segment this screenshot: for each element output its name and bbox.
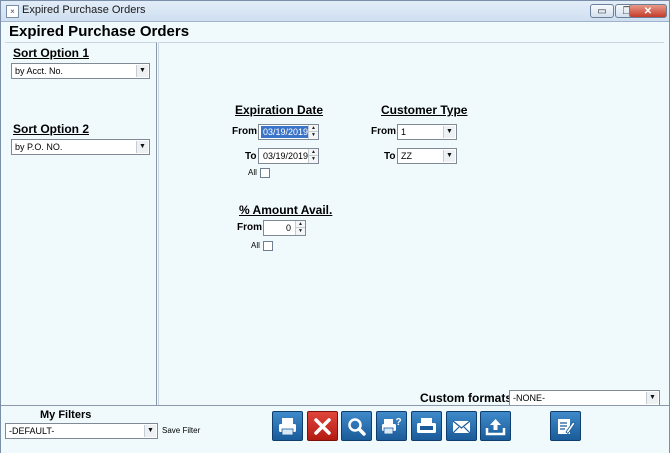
email-icon	[452, 420, 471, 434]
chevron-down-icon[interactable]: ▼	[443, 126, 455, 138]
export-icon	[485, 419, 506, 436]
chevron-down-icon[interactable]: ▼	[443, 150, 455, 162]
amount-from-value: 0	[285, 223, 291, 233]
page-title: Expired Purchase Orders	[9, 23, 190, 40]
save-filter-link[interactable]: Save Filter	[162, 426, 200, 435]
close-button[interactable]: ✕	[629, 4, 667, 18]
print-setup-button[interactable]: ?	[376, 411, 407, 441]
expiration-date-label: Expiration Date	[235, 103, 324, 117]
app-icon[interactable]: ×	[6, 5, 19, 18]
customer-to-select[interactable]: ZZ ▼	[397, 148, 457, 164]
minimize-button[interactable]: ▭	[590, 4, 614, 18]
fax-button[interactable]	[411, 411, 442, 441]
print-setup-icon: ?	[382, 417, 402, 435]
amount-all-checkbox[interactable]	[263, 241, 273, 251]
preview-icon	[348, 418, 366, 436]
customer-type-label: Customer Type	[381, 103, 468, 117]
customer-from-select[interactable]: 1 ▼	[397, 124, 457, 140]
sort-option-2-value: by P.O. NO.	[15, 142, 63, 152]
amount-from-input[interactable]: 0 ▲ ▼	[263, 220, 306, 236]
email-button[interactable]	[446, 411, 477, 441]
customer-to-value: ZZ	[401, 151, 412, 161]
amount-from-label: From	[237, 222, 262, 233]
custom-formats-select[interactable]: -NONE- ▼	[509, 390, 660, 406]
expiration-to-value: 03/19/2019	[263, 151, 309, 161]
custom-formats-value: -NONE-	[513, 393, 545, 403]
export-button[interactable]	[480, 411, 511, 441]
print-button[interactable]	[272, 411, 303, 441]
sort-option-1-value: by Acct. No.	[15, 66, 64, 76]
spin-up-icon[interactable]: ▲	[309, 149, 318, 156]
report-window: × Expired Purchase Orders ▭ ❐ ✕ Expired …	[0, 0, 670, 453]
amount-from-spinner[interactable]: ▲ ▼	[295, 221, 305, 235]
expiration-from-spinner[interactable]: ▲ ▼	[308, 125, 318, 139]
title-bar: × Expired Purchase Orders ▭ ❐ ✕	[1, 1, 669, 22]
expiration-to-label: To	[245, 151, 257, 162]
expiration-to-input[interactable]: 03/19/2019 ▲ ▼	[258, 148, 319, 164]
sort-panel	[5, 42, 157, 406]
spin-up-icon[interactable]: ▲	[309, 125, 318, 132]
customer-from-label: From	[371, 126, 396, 137]
spin-down-icon[interactable]: ▼	[309, 132, 318, 139]
print-icon	[279, 418, 296, 436]
spin-up-icon[interactable]: ▲	[296, 221, 305, 228]
sort-option-1-label: Sort Option 1	[13, 46, 89, 60]
my-filters-value: -DEFAULT-	[9, 426, 55, 436]
expiration-from-value: 03/19/2019	[261, 126, 311, 138]
chevron-down-icon[interactable]: ▼	[136, 141, 148, 153]
fax-icon	[417, 418, 436, 433]
sort-option-1-select[interactable]: by Acct. No. ▼	[11, 63, 150, 79]
window-title: Expired Purchase Orders	[22, 4, 146, 16]
amount-avail-label: % Amount Avail.	[239, 203, 333, 217]
custom-formats-label: Custom formats.	[420, 391, 516, 405]
chevron-down-icon[interactable]: ▼	[144, 425, 156, 437]
expiration-from-input[interactable]: 03/19/2019 ▲ ▼	[258, 124, 319, 140]
sort-option-2-label: Sort Option 2	[13, 122, 89, 136]
chevron-down-icon[interactable]: ▼	[646, 392, 658, 404]
customer-to-label: To	[384, 151, 396, 162]
my-filters-label: My Filters	[40, 409, 92, 421]
filter-area	[158, 42, 664, 406]
expiration-all-label: All	[248, 168, 257, 177]
edit-format-button[interactable]	[550, 411, 581, 441]
my-filters-select[interactable]: -DEFAULT- ▼	[5, 423, 158, 439]
expiration-from-label: From	[232, 126, 257, 137]
expiration-all-checkbox[interactable]	[260, 168, 270, 178]
cancel-icon	[314, 418, 331, 435]
customer-from-value: 1	[401, 127, 407, 137]
spin-down-icon[interactable]: ▼	[309, 156, 318, 163]
expiration-to-spinner[interactable]: ▲ ▼	[308, 149, 318, 163]
chevron-down-icon[interactable]: ▼	[136, 65, 148, 77]
svg-text:?: ?	[396, 417, 402, 428]
edit-format-icon	[558, 419, 576, 435]
preview-button[interactable]	[341, 411, 372, 441]
amount-all-label: All	[251, 241, 260, 250]
spin-down-icon[interactable]: ▼	[296, 228, 305, 235]
cancel-button[interactable]	[307, 411, 338, 441]
sort-option-2-select[interactable]: by P.O. NO. ▼	[11, 139, 150, 155]
